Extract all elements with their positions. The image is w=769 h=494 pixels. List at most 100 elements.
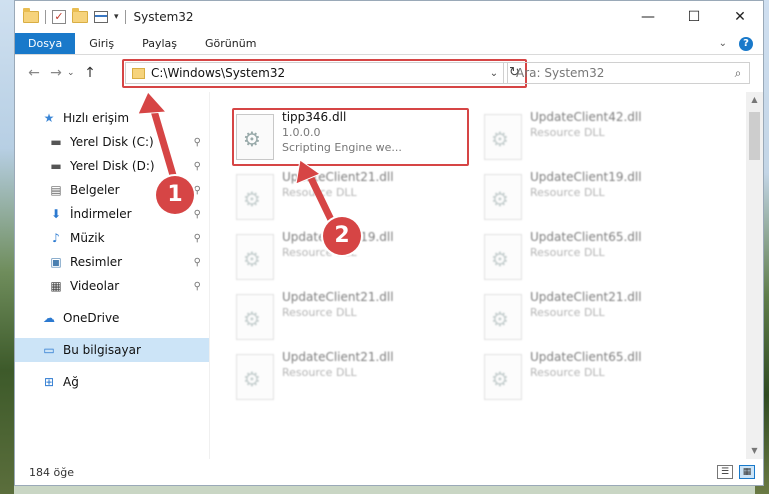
pictures-icon: ▣ [50,255,62,269]
file-name: UpdateClient65.dll [530,350,642,364]
sidebar-item-music[interactable]: ♪ Müzik ⚲ [15,226,209,250]
sidebar-item-pictures[interactable]: ▣ Resimler ⚲ [15,250,209,274]
file-tile[interactable]: UpdateClient19.dll Resource DLL [482,170,717,226]
sidebar-item-label: Bu bilgisayar [63,343,141,357]
sidebar-item-label: Yerel Disk (D:) [70,159,155,173]
step-badge-2: 2 [323,217,361,255]
file-name: UpdateClient42.dll [530,110,642,124]
tab-home[interactable]: Giriş [75,33,128,54]
drive-icon: ▬ [50,135,62,149]
file-highlight-box [232,108,469,166]
dll-file-icon [484,174,522,220]
sidebar-item-drive-c[interactable]: ▬ Yerel Disk (C:) ⚲ [15,130,209,154]
file-type: Resource DLL [282,186,357,199]
dll-file-icon [236,234,274,280]
view-switcher: ☰ ▦ [717,465,763,479]
pin-icon: ⚲ [193,280,201,292]
recent-locations-icon[interactable]: ⌄ [67,68,79,78]
vertical-scrollbar[interactable]: ▲ ▼ [746,92,763,459]
desktop-background-left [0,0,14,494]
search-input[interactable]: Ara: System32 [516,66,727,80]
forward-button[interactable]: → [45,62,67,84]
properties-check-icon[interactable]: ✓ [52,10,66,24]
file-tile[interactable]: UpdateClient65.dll Resource DLL [482,230,717,286]
details-view-icon[interactable]: ☰ [717,465,733,479]
maximize-button[interactable]: ☐ [671,1,717,33]
file-name: UpdateClient65.dll [530,230,642,244]
tab-share[interactable]: Paylaş [128,33,191,54]
window-controls: — ☐ ✕ [625,1,763,33]
drive-icon: ▬ [50,159,62,173]
file-tile[interactable]: UpdateClient21.dll Resource DLL [234,290,469,346]
file-type: Resource DLL [530,366,605,379]
help-icon[interactable]: ? [739,36,753,51]
pin-icon: ⚲ [193,232,201,244]
tiles-view-icon[interactable]: ▦ [739,465,755,479]
sidebar-item-label: OneDrive [63,311,120,325]
sidebar-item-drive-d[interactable]: ▬ Yerel Disk (D:) ⚲ [15,154,209,178]
status-bar: 184 öğe ☰ ▦ [15,459,763,485]
file-meta: UpdateClient21.dll Resource DLL [530,290,642,319]
file-type: Resource DLL [282,366,357,379]
file-tile[interactable]: UpdateClient21.dll Resource DLL [234,350,469,406]
file-tile[interactable]: UpdateClient65.dll Resource DLL [482,350,717,406]
sidebar-item-label: İndirmeler [70,207,132,221]
sidebar-item-label: Ağ [63,375,79,389]
sidebar-item-label: Resimler [70,255,123,269]
star-icon: ★ [43,111,55,125]
folder-icon [23,8,39,23]
file-meta: UpdateClient65.dll Resource DLL [530,350,642,379]
downloads-icon: ⬇ [50,207,62,221]
pin-icon: ⚲ [193,184,201,196]
videos-icon: ▦ [50,279,62,293]
title-bar: ✓ ▾ System32 — ☐ ✕ [15,1,763,33]
up-button[interactable]: ↑ [79,62,101,84]
ribbon-tabs: Dosya Giriş Paylaş Görünüm ⌄ ? [15,33,763,55]
file-tile[interactable]: UpdateClient21.dll Resource DLL [234,170,469,226]
file-type: Resource DLL [530,126,605,139]
dll-file-icon [236,294,274,340]
toolbar-dropdown-icon[interactable]: ▾ [114,12,119,22]
quick-access-toolbar: ✓ ▾ [23,8,126,24]
sidebar-item-label: Yerel Disk (C:) [70,135,154,149]
scroll-down-icon[interactable]: ▼ [746,443,763,459]
tab-view[interactable]: Görünüm [191,33,270,54]
pin-icon: ⚲ [193,256,201,268]
sidebar-item-onedrive[interactable]: ☁ OneDrive [15,306,209,330]
file-tile[interactable]: UpdateClient21.dll Resource DLL [482,290,717,346]
sidebar-item-label: Müzik [70,231,105,245]
network-icon: ⊞ [43,375,55,389]
customize-toolbar-icon[interactable] [94,11,108,23]
file-meta: UpdateClient65.dll Resource DLL [530,230,642,259]
pin-icon: ⚲ [193,160,201,172]
file-meta: UpdateClient42.dll Resource DLL [530,110,642,139]
file-tile[interactable]: UpdateClient42.dll Resource DLL [482,110,717,166]
explorer-window: ✓ ▾ System32 — ☐ ✕ Dosya Giriş Paylaş Gö… [14,0,764,486]
sidebar-item-videos[interactable]: ▦ Videolar ⚲ [15,274,209,298]
sidebar-item-network[interactable]: ⊞ Ağ [15,370,209,394]
scroll-up-icon[interactable]: ▲ [746,92,763,108]
step-badge-1: 1 [156,176,194,214]
expand-ribbon-icon[interactable]: ⌄ [719,38,727,49]
close-button[interactable]: ✕ [717,1,763,33]
sidebar-item-label: Belgeler [70,183,120,197]
sidebar-item-quick-access[interactable]: ★ Hızlı erişim [15,106,209,130]
music-icon: ♪ [52,231,60,245]
sidebar-item-this-pc[interactable]: ▭ Bu bilgisayar [15,338,209,362]
file-meta: UpdateClient19.dll Resource DLL [530,170,642,199]
tab-file[interactable]: Dosya [15,33,76,54]
item-count: 184 öğe [29,465,74,479]
minimize-button[interactable]: — [625,1,671,33]
new-folder-icon[interactable] [72,8,88,23]
search-icon[interactable]: ⌕ [727,66,749,81]
search-box[interactable]: Ara: System32 ⌕ [507,62,750,84]
back-button[interactable]: ← [23,62,45,84]
scroll-thumb[interactable] [749,112,760,160]
computer-icon: ▭ [43,343,55,357]
dll-file-icon [484,294,522,340]
window-title: System32 [133,10,194,24]
file-type: Resource DLL [530,246,605,259]
documents-icon: ▤ [50,183,62,197]
